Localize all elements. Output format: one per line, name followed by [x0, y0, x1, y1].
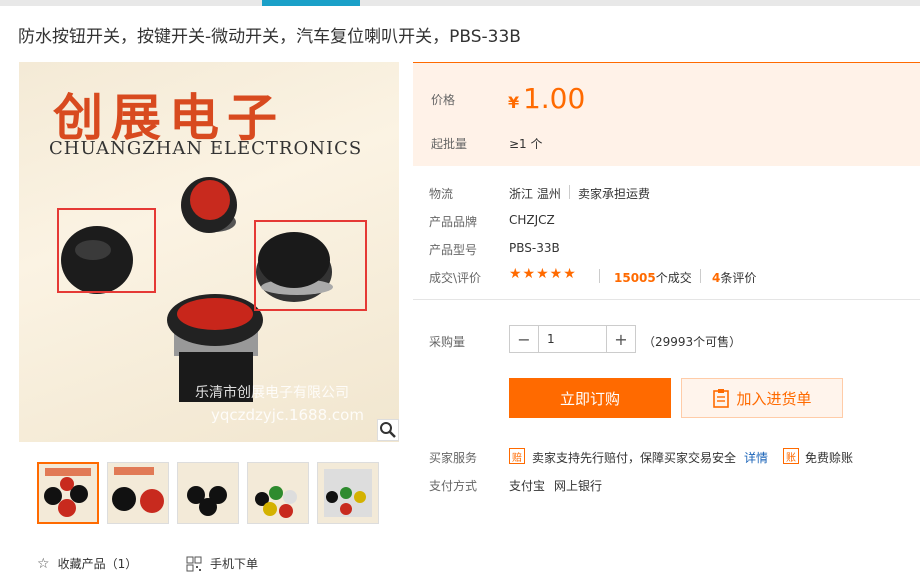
- divider: [599, 269, 600, 283]
- section-divider: [413, 299, 920, 300]
- price-value: ¥ 1.00: [508, 82, 585, 115]
- quantity-stepper: − 1 +: [509, 325, 636, 353]
- add-to-cart-label: 加入进货单: [736, 389, 812, 408]
- service-text: 卖家支持先行赔付，保障买家交易安全: [532, 451, 737, 465]
- thumbnail-4[interactable]: [247, 462, 309, 524]
- increment-button[interactable]: +: [607, 326, 635, 352]
- quantity-input[interactable]: 1: [538, 326, 607, 352]
- highlight-box: [57, 208, 156, 293]
- quantity-label: 采购量: [429, 335, 466, 349]
- payment-alipay: 支付宝: [509, 479, 546, 493]
- divider: [700, 269, 701, 283]
- star-outline-icon: ☆: [37, 555, 50, 572]
- logistics-location: 浙江 温州: [509, 187, 561, 201]
- add-to-cart-button[interactable]: 加入进货单: [681, 378, 843, 418]
- review-count-link[interactable]: 4条评价: [712, 269, 756, 286]
- watermark-company: 乐清市创展电子有限公司: [195, 385, 349, 401]
- credit-icon: 账: [783, 448, 799, 464]
- favorite-label: 收藏产品（1）: [57, 557, 138, 571]
- favorite-button[interactable]: ☆ 收藏产品（1）: [37, 555, 137, 572]
- review-suffix: 条评价: [720, 271, 757, 285]
- logistics-label: 物流: [429, 187, 454, 201]
- service-label: 买家服务: [429, 451, 478, 465]
- deal-count-link[interactable]: 15005个成交: [614, 269, 692, 286]
- min-order-label: 起批量: [431, 137, 468, 151]
- mobile-order-label: 手机下单: [210, 557, 259, 571]
- brand-value: CHZJCZ: [509, 213, 555, 227]
- buy-now-button[interactable]: 立即订购: [509, 378, 671, 418]
- mobile-order-button[interactable]: 手机下单: [186, 555, 258, 572]
- thumbnail-5[interactable]: [317, 462, 379, 524]
- model-value: PBS-33B: [509, 241, 560, 255]
- price-label: 价格: [431, 93, 456, 107]
- thumbnail-2[interactable]: [107, 462, 169, 524]
- main-product-image[interactable]: 创展电子 CHUANGZHAN ELECTRONICS 乐清市创展电子有限公司 …: [19, 62, 399, 442]
- price-panel: [413, 62, 920, 166]
- decrement-button[interactable]: −: [510, 326, 538, 352]
- rating-stars: ★★★★★: [509, 266, 577, 282]
- shipping-info: 卖家承担运费: [578, 187, 651, 201]
- product-title: 防水按钮开关，按键开关-微动开关，汽车复位喇叭开关，PBS-33B: [18, 27, 521, 47]
- payment-label: 支付方式: [429, 479, 478, 493]
- min-order-value: ≥1 个: [509, 137, 543, 151]
- deals-label: 成交\评价: [429, 271, 482, 285]
- currency-symbol: ¥: [508, 93, 520, 112]
- zoom-icon[interactable]: [377, 419, 399, 441]
- qrcode-icon: [186, 556, 202, 571]
- thumbnail-1[interactable]: [37, 462, 99, 524]
- divider: [569, 185, 570, 199]
- credit-text: 免费赊账: [805, 451, 854, 465]
- deal-count: 15005: [614, 271, 656, 285]
- model-label: 产品型号: [429, 243, 478, 257]
- watermark-url: yqczdzyjc.1688.com: [211, 406, 364, 424]
- thumbnail-3[interactable]: [177, 462, 239, 524]
- stock-available: （29993个可售）: [643, 335, 742, 349]
- deal-suffix: 个成交: [655, 271, 692, 285]
- clipboard-icon: [713, 389, 730, 408]
- highlight-box: [254, 220, 367, 311]
- brand-label: 产品品牌: [429, 215, 478, 229]
- price-number: 1.00: [522, 82, 586, 115]
- payment-bank: 网上银行: [554, 479, 603, 493]
- compensation-icon: 赔: [509, 448, 525, 464]
- top-nav-bar: [0, 0, 920, 6]
- service-detail-link[interactable]: 详情: [744, 449, 768, 466]
- active-tab-indicator: [262, 0, 360, 6]
